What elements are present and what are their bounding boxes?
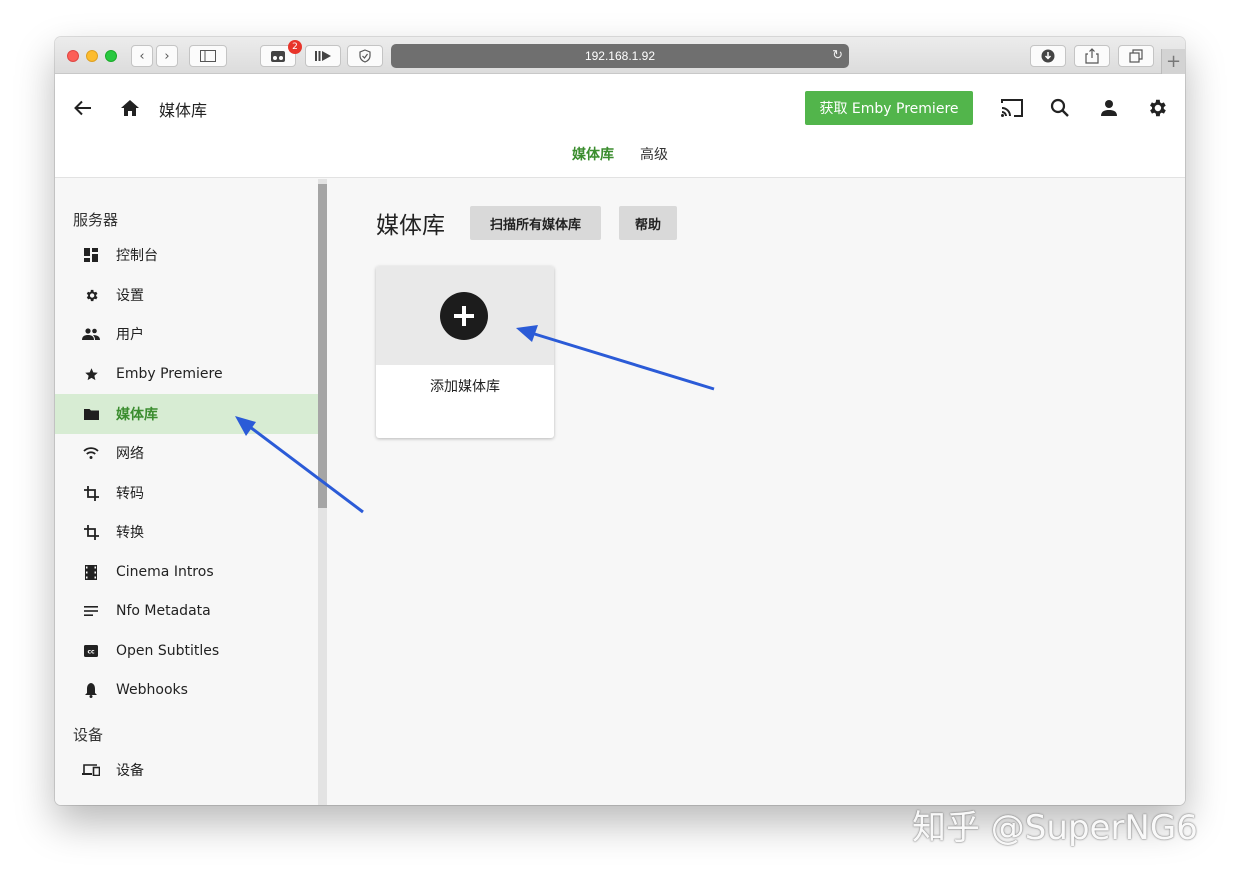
add-circle-icon[interactable] [440,292,488,340]
sidebar-item-convert[interactable]: 转换 [55,512,318,552]
minimize-window-button[interactable] [86,50,98,62]
chevron-left-icon: ‹ [139,48,145,64]
share-button[interactable] [1074,45,1110,67]
downloads-button[interactable] [1030,45,1066,67]
sidebar-item-open-subtitles[interactable]: cc Open Subtitles [55,631,318,671]
share-icon [1085,48,1099,64]
address-bar[interactable]: 192.168.1.92 ↻ [391,44,849,68]
devices-icon [79,764,103,776]
browser-window: ‹ › 2 192.168.1.92 ↻ + 媒体库 获取 Emby Premi… [55,37,1185,805]
arrow-left-icon [74,100,91,116]
users-icon [79,328,103,340]
privacy-button[interactable] [347,45,383,67]
forward-button[interactable]: › [156,45,178,67]
sidebar-scrollbar-thumb[interactable] [318,184,327,508]
crop-icon [79,524,103,540]
card-image-area [376,266,554,365]
watermark: 知乎 @SuperNG6 [912,808,1198,848]
notification-badge: 2 [288,40,302,54]
folder-icon [79,408,103,420]
sidebar-item-label: 设置 [116,288,144,304]
extension-button[interactable]: 2 [260,40,302,67]
scan-all-libraries-button[interactable]: 扫描所有媒体库 [470,206,601,240]
bell-icon [79,682,103,698]
sidebar-item-label: 转码 [116,486,144,502]
sidebar-item-devices[interactable]: 设备 [55,750,318,790]
url-text: 192.168.1.92 [584,49,656,63]
svg-text:cc: cc [87,649,95,656]
crop-icon [79,485,103,501]
search-icon [1050,98,1069,117]
download-icon [1041,49,1055,63]
sidebar-item-label: 网络 [116,446,144,462]
back-arrow-button[interactable] [72,97,94,119]
sidebar-item-label: Emby Premiere [116,366,223,382]
sidebar-section-server: 服务器 [73,211,119,229]
cc-icon: cc [79,645,103,657]
play-forward-icon [315,51,331,61]
home-icon [121,100,139,116]
sidebar-item-nfo-metadata[interactable]: Nfo Metadata [55,591,318,631]
dashboard-icon [79,248,103,262]
reload-icon[interactable]: ↻ [832,47,843,63]
sidebar-item-users[interactable]: 用户 [55,314,318,354]
tabs-overview-button[interactable] [1118,45,1154,67]
tabs-icon [1129,49,1143,63]
tab-library[interactable]: 媒体库 [572,144,614,164]
sidebar-item-cinema-intros[interactable]: Cinema Intros [55,552,318,592]
sidebar-item-label: 媒体库 [116,407,158,423]
add-library-card[interactable]: 添加媒体库 [376,266,554,438]
sidebar-toggle-button[interactable] [189,45,227,67]
reader-extension-button[interactable] [305,45,341,67]
sidebar-item-webhooks[interactable]: Webhooks [55,670,318,710]
close-window-button[interactable] [67,50,79,62]
sidebar-item-library[interactable]: 媒体库 [55,394,318,434]
back-button[interactable]: ‹ [131,45,153,67]
cast-button[interactable] [999,96,1025,120]
add-library-label: 添加媒体库 [430,379,500,395]
app-title: 媒体库 [159,101,208,120]
chevron-right-icon: › [164,48,170,64]
sidebar-item-transcode[interactable]: 转码 [55,473,318,513]
sidebar-icon [200,50,216,62]
sidebar-item-network[interactable]: 网络 [55,433,318,473]
sidebar-section-devices: 设备 [73,726,104,744]
sidebar-item-settings[interactable]: 设置 [55,275,318,315]
wifi-icon [79,447,103,459]
shield-icon [359,49,371,63]
sidebar-item-label: Webhooks [116,682,188,698]
sidebar-item-label: 用户 [116,327,144,343]
gear-icon [1150,99,1166,117]
user-button[interactable] [1097,96,1121,120]
page-title: 媒体库 [376,213,445,239]
sidebar-item-label: Open Subtitles [116,643,220,659]
browser-toolbar: ‹ › 2 192.168.1.92 ↻ + [55,37,1185,74]
get-premiere-button[interactable]: 获取 Emby Premiere [805,91,973,125]
tab-advanced[interactable]: 高级 [640,144,668,164]
gear-icon [79,288,103,303]
lines-icon [79,606,103,616]
film-icon [79,564,103,580]
search-button[interactable] [1048,96,1072,120]
help-button[interactable]: 帮助 [619,206,677,240]
zoom-window-button[interactable] [105,50,117,62]
sidebar-item-label: 转换 [116,525,144,541]
sidebar-item-label: Cinema Intros [116,564,214,580]
header-tabs: 媒体库 高级 [55,144,1185,164]
home-button[interactable] [119,97,141,119]
sidebar-item-label: 控制台 [116,248,158,264]
star-icon [79,367,103,382]
new-tab-button[interactable]: + [1161,49,1185,74]
sidebar: 服务器 控制台 设置 用户 Emby Premiere 媒体库 网络 转码 转换… [55,179,327,805]
sidebar-item-dashboard[interactable]: 控制台 [55,235,318,275]
cast-icon [1001,99,1023,117]
user-icon [1101,100,1117,116]
sidebar-item-label: Nfo Metadata [116,603,211,619]
sidebar-item-premiere[interactable]: Emby Premiere [55,354,318,394]
settings-button[interactable] [1145,96,1169,120]
sidebar-item-label: 设备 [116,763,144,779]
extension-icon [271,51,285,62]
plus-icon: + [1165,51,1182,72]
main-content: 媒体库 扫描所有媒体库 帮助 添加媒体库 [327,179,1185,805]
